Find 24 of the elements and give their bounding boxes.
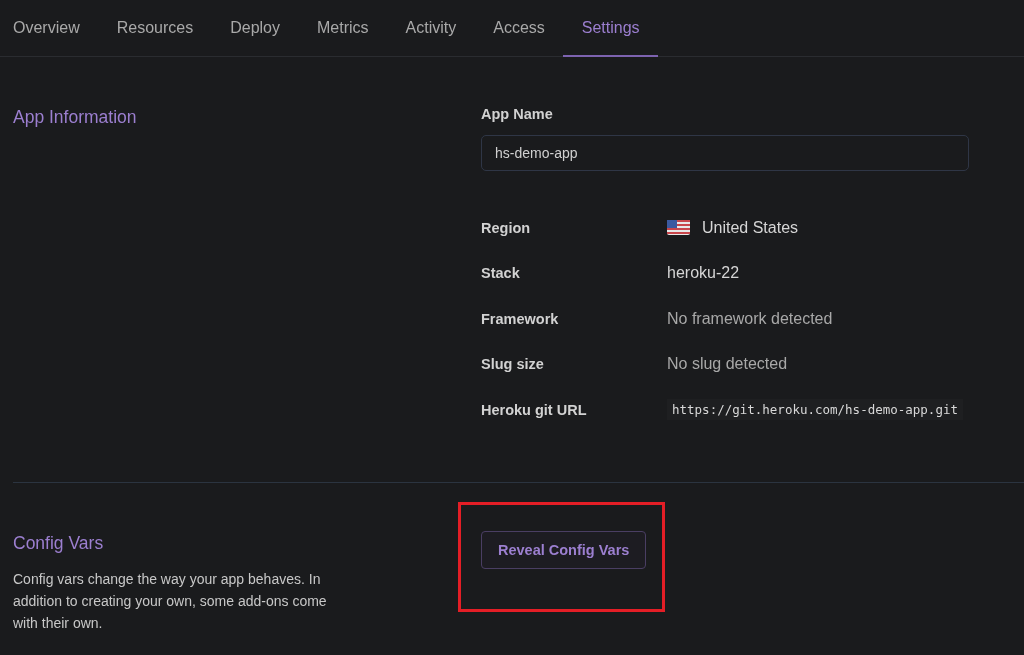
flag-icon [667, 220, 690, 236]
reveal-config-vars-button[interactable]: Reveal Config Vars [481, 531, 647, 569]
detail-value: No framework detected [667, 309, 833, 328]
section-title: App Information [13, 107, 138, 128]
detail-value: United States [702, 218, 799, 237]
git-url: https://git.heroku.com/hs-demo-app.git [667, 399, 963, 421]
field-label: App Name [481, 106, 554, 122]
section-description: Config vars change the way your app behaves. In addition to creating your own, some add-ons come with their own. [13, 570, 328, 633]
section-title: Config Vars [13, 533, 105, 554]
detail-label: Slug size [481, 356, 545, 373]
tab[interactable]: Access [474, 0, 564, 57]
detail-label: Region [481, 219, 532, 236]
detail-label: Stack [481, 265, 521, 282]
tab[interactable]: Deploy [211, 0, 299, 57]
tab[interactable]: Metrics [298, 0, 388, 57]
detail-label: Framework [481, 310, 560, 327]
app-name-field[interactable]: hs-demo-app [481, 135, 969, 171]
tab[interactable]: Activity [387, 0, 475, 57]
detail-label: Heroku git URL [481, 401, 588, 418]
detail-value: heroku-22 [667, 264, 740, 283]
detail-value: No slug detected [667, 355, 788, 374]
tab[interactable]: Overview [0, 0, 99, 57]
tab[interactable]: Settings [563, 0, 659, 57]
tab[interactable]: Resources [98, 0, 212, 57]
